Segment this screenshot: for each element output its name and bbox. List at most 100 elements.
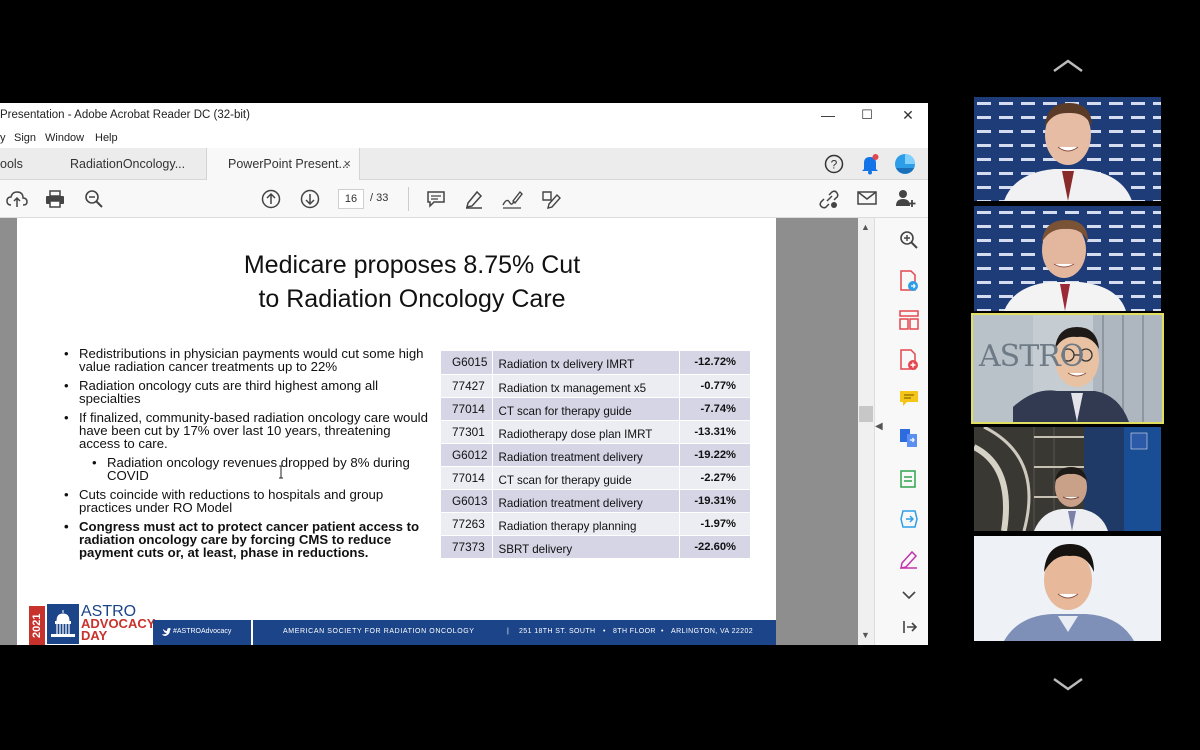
print-icon[interactable] [45, 190, 65, 208]
cpt-code: G6015 [441, 351, 493, 375]
video-tile-participant-5[interactable] [974, 536, 1161, 641]
percent-cut: -19.31% [679, 489, 750, 514]
tab-close-icon[interactable]: × [343, 148, 351, 180]
profile-icon[interactable] [894, 153, 916, 175]
collapse-pane-icon[interactable]: ◀ [875, 421, 883, 432]
service-description: CT scan for therapy guide [492, 466, 680, 491]
slide-title-line-1: Medicare proposes 8.75% Cut [243, 251, 581, 279]
document-area[interactable]: Medicare proposes 8.75% Cut to Radiation… [0, 218, 858, 645]
video-feed-2 [974, 206, 1161, 311]
mail-icon[interactable] [857, 190, 877, 206]
notification-icon[interactable] [860, 153, 880, 175]
slide-footer: 2021 ASTRO ADVOCACY DAY #ASTROAdvocacy A… [17, 590, 776, 645]
comment-tool-icon[interactable] [899, 390, 919, 408]
tools-pane: ◀ [874, 218, 928, 645]
year-badge: 2021 [29, 606, 45, 645]
zoom-icon[interactable] [899, 230, 919, 250]
bullet-item: Cuts coincide with reductions to hospita… [61, 488, 431, 515]
video-tile-participant-4[interactable] [974, 427, 1161, 531]
expand-icon[interactable] [902, 619, 918, 635]
create-pdf-icon[interactable] [899, 349, 919, 371]
footer-divider [251, 620, 253, 645]
organize-icon[interactable] [899, 310, 919, 330]
tab-tools-label: ools [0, 157, 23, 171]
page-up-icon[interactable] [261, 189, 281, 209]
percent-cut: -19.22% [679, 443, 750, 467]
table-row: G6015 Radiation tx delivery IMRT -12.72% [441, 351, 750, 375]
cpt-code: 77263 [441, 512, 493, 537]
menu-help[interactable]: Help [95, 132, 118, 144]
title-bar: Presentation - Adobe Acrobat Reader DC (… [0, 103, 928, 128]
zoom-out-icon[interactable] [84, 189, 104, 209]
tab-bar: ools RadiationOncology... PowerPoint Pre… [0, 148, 928, 181]
acrobat-window: Presentation - Adobe Acrobat Reader DC (… [0, 103, 928, 645]
compress-icon[interactable] [899, 469, 919, 489]
page-number-input[interactable]: 16 [338, 189, 364, 209]
table-row: 77014 CT scan for therapy guide -2.27% [441, 466, 750, 491]
upload-icon[interactable] [6, 190, 28, 208]
footer-bar: #ASTROAdvocacy AMERICAN SOCIETY FOR RADI… [153, 620, 776, 645]
cpt-code: 77301 [441, 420, 493, 444]
link-icon[interactable] [818, 189, 840, 209]
percent-cut: -7.74% [679, 397, 750, 421]
chevron-down-icon[interactable] [902, 590, 916, 600]
video-feed-5 [974, 536, 1161, 641]
address-city: ARLINGTON, VA 22202 [671, 628, 754, 635]
menu-bar: y Sign Window Help [0, 128, 928, 148]
video-tile-participant-2[interactable] [974, 206, 1161, 311]
scroll-up-icon[interactable]: ▲ [861, 222, 870, 232]
video-feed-4 [974, 427, 1161, 531]
gallery-up-icon[interactable] [1052, 58, 1084, 74]
video-tile-participant-1[interactable] [974, 97, 1161, 201]
highlight-icon[interactable] [464, 189, 484, 209]
table-row: 77301 Radiotherapy dose plan IMRT -13.31% [441, 420, 750, 444]
cpt-code: 77427 [441, 374, 493, 398]
active-speaker-highlight [971, 313, 1164, 424]
table-row: 77373 SBRT delivery -22.60% [441, 535, 750, 560]
menu-window[interactable]: Window [45, 132, 84, 144]
tab-tools[interactable]: ools [0, 148, 50, 180]
edit-icon[interactable] [540, 189, 562, 209]
scroll-down-icon[interactable]: ▼ [861, 630, 870, 640]
page-down-icon[interactable] [300, 189, 320, 209]
bullet-item: Radiation oncology cuts are third highes… [61, 379, 431, 406]
sign-icon[interactable] [501, 189, 523, 209]
comment-icon[interactable] [426, 190, 446, 208]
help-icon[interactable]: ? [824, 154, 844, 174]
export-pdf-icon[interactable] [899, 270, 919, 292]
menu-view[interactable]: y [0, 132, 6, 144]
gallery-down-icon[interactable] [1052, 676, 1084, 692]
cpt-code: 77014 [441, 397, 493, 421]
minimize-button[interactable]: — [818, 105, 838, 125]
table-row: 77014 CT scan for therapy guide -7.74% [441, 397, 750, 421]
vertical-scrollbar[interactable]: ▲ ▼ [858, 218, 874, 645]
cpt-code: 77373 [441, 535, 493, 560]
bullet-item-bold: Congress must act to protect cancer pati… [61, 520, 431, 559]
org-name: AMERICAN SOCIETY FOR RADIATION ONCOLOGY [283, 628, 475, 635]
slide-title: Medicare proposes 8.75% Cut to Radiation… [17, 248, 776, 316]
scroll-thumb[interactable] [859, 406, 873, 422]
tab-radiation-oncology[interactable]: RadiationOncology... [60, 148, 200, 180]
fill-sign-icon[interactable] [899, 549, 919, 569]
svg-text:?: ? [831, 158, 838, 172]
service-description: Radiation tx delivery IMRT [492, 351, 680, 375]
percent-cut: -2.27% [679, 466, 750, 491]
twitter-icon [162, 628, 171, 636]
maximize-button[interactable]: ☐ [857, 105, 877, 125]
close-button[interactable]: ✕ [898, 105, 918, 125]
tab-powerpoint-label: PowerPoint Present... [228, 157, 349, 171]
add-user-icon[interactable] [895, 188, 917, 208]
toolbar: 16 / 33 [0, 180, 928, 218]
toolbar-divider [408, 187, 409, 211]
tab-powerpoint-presentation[interactable]: PowerPoint Present... × [206, 148, 360, 181]
menu-sign[interactable]: Sign [14, 132, 36, 144]
table-row: G6012 Radiation treatment delivery -19.22% [441, 443, 750, 467]
sub-bullet-item: Radiation oncology revenues dropped by 8… [61, 456, 431, 483]
address-floor: 8TH FLOOR [613, 628, 656, 635]
table-row: 77427 Radiation tx management x5 -0.77% [441, 374, 750, 398]
twitter-handle: #ASTROAdvocacy [173, 628, 232, 635]
page-total: / 33 [370, 192, 389, 204]
send-icon[interactable] [899, 509, 919, 529]
combine-icon[interactable] [899, 428, 919, 448]
footer-dot: • [603, 628, 606, 635]
